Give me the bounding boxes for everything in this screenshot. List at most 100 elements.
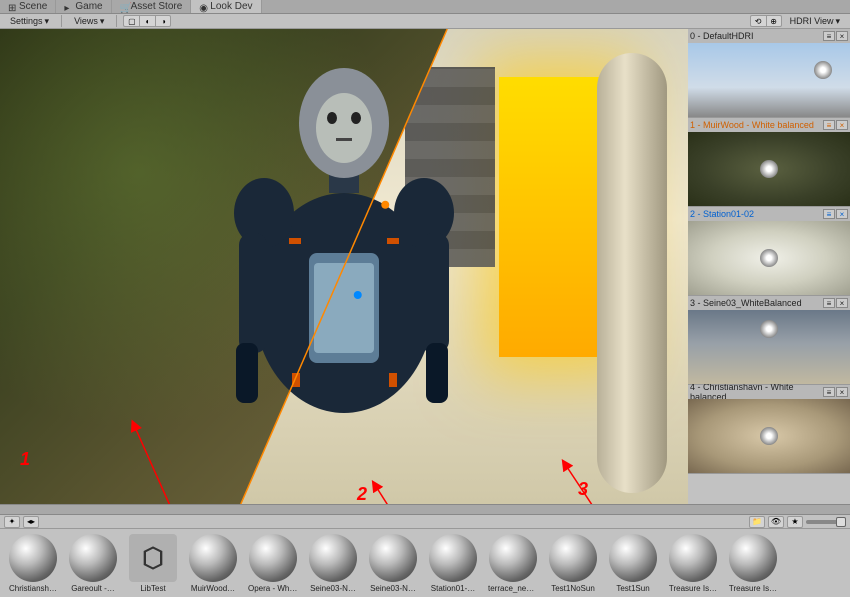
asset-thumbnail — [669, 534, 717, 582]
asset-thumbnail — [309, 534, 357, 582]
nav-btn[interactable]: ◂▸ — [23, 516, 39, 528]
view-mode-group: ▢ ◐ ◑ — [123, 15, 171, 27]
hdri-view-dropdown[interactable]: HDRI View ▾ — [784, 15, 846, 28]
asset-item[interactable]: MuirWood… — [188, 534, 238, 593]
create-btn[interactable]: ✦ — [4, 516, 20, 528]
hdri-menu-btn[interactable]: ≡ — [823, 298, 835, 308]
hdri-item-label: 3 - Seine03_WhiteBalanced — [690, 298, 802, 308]
asset-thumbnail — [429, 534, 477, 582]
hdri-item[interactable]: 1 - MuirWood - White balanced ≡× ✦ — [688, 118, 850, 207]
asset-thumbnail — [69, 534, 117, 582]
tab-label: Scene — [19, 1, 47, 12]
hdri-item[interactable]: 2 - Station01-02 ≡× ✦ — [688, 207, 850, 296]
asset-item[interactable]: LibTest — [128, 534, 178, 593]
hdri-item[interactable]: 0 - DefaultHDRI ≡× ✦ — [688, 29, 850, 118]
hdri-item-header: 3 - Seine03_WhiteBalanced ≡× — [688, 296, 850, 310]
asset-label: Station01-… — [428, 584, 478, 593]
hdri-item-header: 0 - DefaultHDRI ≡× — [688, 29, 850, 43]
hdri-thumbnail[interactable]: ✦ — [688, 132, 850, 206]
asset-label: Seine03-N… — [308, 584, 358, 593]
hdri-view-label: HDRI View — [790, 16, 834, 26]
tab-label: Look Dev — [210, 1, 252, 12]
hdri-menu-btn[interactable]: ≡ — [823, 31, 835, 41]
thumbnail-size-slider[interactable] — [806, 520, 846, 524]
asset-toolbar: ✦ ◂▸ 📁 👁 ★ — [0, 515, 850, 529]
hdri-panel: 0 - DefaultHDRI≡×✦1 - MuirWood - White b… — [688, 29, 850, 504]
view-mode-1[interactable]: ▢ — [123, 15, 139, 27]
asset-item[interactable]: terrace_nea… — [488, 534, 538, 593]
hdri-close-btn[interactable]: × — [836, 120, 848, 130]
asset-item[interactable]: Gareoult -… — [68, 534, 118, 593]
asset-item[interactable]: Treasure Is… — [728, 534, 778, 593]
view-mode-2[interactable]: ◐ — [139, 15, 155, 27]
viewport[interactable]: 1 2 3 — [0, 29, 688, 504]
views-label: Views — [74, 16, 98, 26]
game-icon: ▸ — [64, 3, 72, 11]
asset-item[interactable]: Treasure Is… — [668, 534, 718, 593]
asset-item[interactable]: Station01-… — [428, 534, 478, 593]
hdri-item[interactable]: 4 - Christianshavn - White balanced≡×✦ — [688, 385, 850, 474]
hdri-thumbnail[interactable]: ✦ — [688, 221, 850, 295]
tab-label: Asset Store — [131, 1, 183, 12]
asset-thumbnail — [369, 534, 417, 582]
exposure-star-icon: ✦ — [760, 249, 778, 267]
views-dropdown[interactable]: Views ▾ — [68, 15, 110, 28]
sync-btn-1[interactable]: ⟲ — [750, 15, 766, 27]
hdri-thumbnail[interactable]: ✦ — [688, 310, 850, 384]
asset-thumbnail — [549, 534, 597, 582]
toolbar: Settings ▾ Views ▾ ▢ ◐ ◑ ⟲ ⊕ HDRI View ▾ — [0, 14, 850, 29]
hdri-close-btn[interactable]: × — [836, 209, 848, 219]
hidden-btn[interactable]: 👁 — [768, 516, 784, 528]
tab-game[interactable]: ▸Game — [56, 0, 111, 13]
asset-label: terrace_nea… — [488, 584, 538, 593]
favorite-btn[interactable]: ★ — [787, 516, 803, 528]
tab-label: Game — [75, 1, 102, 12]
asset-item[interactable]: Christiansh… — [8, 534, 58, 593]
asset-item[interactable]: Seine03-N… — [368, 534, 418, 593]
separator — [61, 15, 62, 27]
asset-thumbnail — [489, 534, 537, 582]
filter-btn[interactable]: 📁 — [749, 516, 765, 528]
asset-thumbnail — [729, 534, 777, 582]
exposure-star-icon: ✦ — [814, 61, 832, 79]
hdri-thumbnail[interactable]: ✦ — [688, 43, 850, 117]
exposure-star-icon: ✦ — [760, 160, 778, 178]
tab-look-dev[interactable]: ◉Look Dev — [191, 0, 261, 13]
hdri-menu-btn[interactable]: ≡ — [823, 209, 835, 219]
asset-label: Treasure Is… — [728, 584, 778, 593]
asset-item[interactable]: Opera - Whi… — [248, 534, 298, 593]
asset-label: Seine03-N… — [368, 584, 418, 593]
asset-thumbnail — [9, 534, 57, 582]
hdri-close-btn[interactable]: × — [836, 387, 848, 397]
asset-item[interactable]: Test1Sun — [608, 534, 658, 593]
asset-item[interactable]: Test1NoSun — [548, 534, 598, 593]
chevron-down-icon: ▾ — [45, 16, 50, 27]
hdri-menu-btn[interactable]: ≡ — [823, 120, 835, 130]
view-mode-3[interactable]: ◑ — [155, 15, 171, 27]
look-dev-icon: ◉ — [199, 3, 207, 11]
asset-label: Treasure Is… — [668, 584, 718, 593]
asset-label: Gareoult -… — [68, 584, 118, 593]
hdri-item-label: 1 - MuirWood - White balanced — [690, 120, 814, 130]
hdri-close-btn[interactable]: × — [836, 298, 848, 308]
asset-store-icon: 🛒 — [120, 3, 128, 11]
hdri-item-label: 2 - Station01-02 — [690, 209, 754, 219]
hdri-close-btn[interactable]: × — [836, 31, 848, 41]
hdri-thumbnail[interactable]: ✦ — [688, 399, 850, 473]
hdri-item[interactable]: 3 - Seine03_WhiteBalanced ≡× ✦ — [688, 296, 850, 385]
asset-strip: Christiansh… Gareoult -… LibTest MuirWood… O… — [0, 529, 850, 597]
asset-item[interactable]: Seine03-N… — [308, 534, 358, 593]
tab-asset-store[interactable]: 🛒Asset Store — [112, 0, 192, 13]
separator — [116, 15, 117, 27]
asset-thumbnail — [129, 534, 177, 582]
main-area: 1 2 3 0 - DefaultHDRI≡×✦1 - MuirWood - W… — [0, 29, 850, 504]
exposure-star-icon: ✦ — [760, 320, 778, 338]
asset-label: MuirWood… — [188, 584, 238, 593]
hdri-menu-btn[interactable]: ≡ — [823, 387, 835, 397]
hdri-item-label: 0 - DefaultHDRI — [690, 31, 754, 41]
chevron-down-icon: ▾ — [100, 16, 105, 27]
settings-dropdown[interactable]: Settings ▾ — [4, 15, 55, 28]
sync-group: ⟲ ⊕ — [750, 15, 782, 27]
sync-btn-2[interactable]: ⊕ — [766, 15, 782, 27]
tab-scene[interactable]: ⊞Scene — [0, 0, 56, 13]
